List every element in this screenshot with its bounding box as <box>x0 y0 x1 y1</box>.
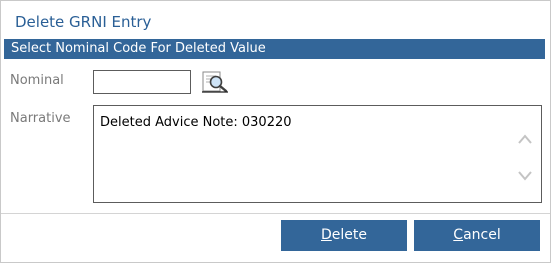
nominal-input[interactable] <box>93 70 191 94</box>
cancel-access-key: C <box>453 227 464 243</box>
delete-button[interactable]: Delete <box>281 220 407 251</box>
footer-divider <box>1 213 550 214</box>
cancel-label-rest: ancel <box>463 227 501 243</box>
delete-grni-dialog: Delete GRNI Entry Select Nominal Code Fo… <box>0 0 551 263</box>
delete-access-key: D <box>321 227 332 243</box>
nominal-lookup-button[interactable] <box>200 70 230 94</box>
delete-label-rest: elete <box>331 227 367 243</box>
scroll-down-button[interactable] <box>517 167 533 181</box>
scroll-up-button[interactable] <box>517 130 533 144</box>
chevron-down-icon <box>518 171 532 181</box>
dialog-title: Delete GRNI Entry <box>15 13 152 31</box>
narrative-textarea[interactable]: Deleted Advice Note: 030220 <box>93 105 542 203</box>
narrative-text: Deleted Advice Note: 030220 <box>100 115 292 130</box>
nominal-label: Nominal <box>10 73 64 88</box>
section-header: Select Nominal Code For Deleted Value <box>4 39 545 59</box>
cancel-button[interactable]: Cancel <box>414 220 540 251</box>
narrative-label: Narrative <box>10 111 71 126</box>
chevron-up-icon <box>518 134 532 144</box>
magnifier-lookup-icon <box>202 71 228 93</box>
